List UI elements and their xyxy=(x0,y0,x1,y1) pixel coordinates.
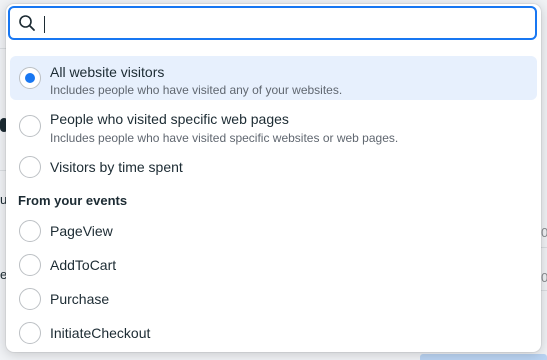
option-title: InitiateCheckout xyxy=(50,325,151,341)
radio-button[interactable] xyxy=(19,288,41,310)
option-all-website-visitors[interactable]: All website visitors Includes people who… xyxy=(10,56,537,100)
option-title: Visitors by time spent xyxy=(50,159,183,175)
background-divider xyxy=(541,290,547,291)
option-description: Includes people who have visited any of … xyxy=(50,83,343,97)
option-description: Includes people who have visited specifi… xyxy=(50,131,399,145)
audience-source-dropdown: All website visitors Includes people who… xyxy=(6,4,541,352)
background-text-fragment: 0 xyxy=(541,225,547,240)
radio-button[interactable] xyxy=(19,156,41,178)
radio-button[interactable] xyxy=(19,115,41,137)
page-background: u e 0 0 All website visitors Includes pe… xyxy=(0,0,547,360)
background-divider xyxy=(541,247,547,248)
option-title: AddToCart xyxy=(50,257,117,273)
option-event-addtocart[interactable]: AddToCart xyxy=(10,250,537,280)
option-specific-web-pages[interactable]: People who visited specific web pages In… xyxy=(10,104,537,148)
background-button-edge xyxy=(420,354,547,360)
option-title: People who visited specific web pages xyxy=(50,111,289,127)
radio-button[interactable] xyxy=(19,254,41,276)
radio-button-checked[interactable] xyxy=(19,67,41,89)
option-title: PageView xyxy=(50,223,113,239)
search-field[interactable] xyxy=(8,6,537,40)
text-cursor xyxy=(44,16,45,33)
background-text-fragment: 0 xyxy=(541,270,547,285)
option-title: Purchase xyxy=(50,291,110,307)
search-icon xyxy=(19,15,35,31)
radio-button[interactable] xyxy=(19,220,41,242)
option-event-purchase[interactable]: Purchase xyxy=(10,284,537,314)
search-input[interactable] xyxy=(40,12,520,34)
option-visitors-by-time-spent[interactable]: Visitors by time spent xyxy=(10,152,537,182)
radio-button[interactable] xyxy=(19,322,41,344)
section-header-events: From your events xyxy=(18,193,128,208)
option-event-initiatecheckout[interactable]: InitiateCheckout xyxy=(10,318,537,348)
option-title: All website visitors xyxy=(50,64,165,80)
option-event-pageview[interactable]: PageView xyxy=(10,216,537,246)
